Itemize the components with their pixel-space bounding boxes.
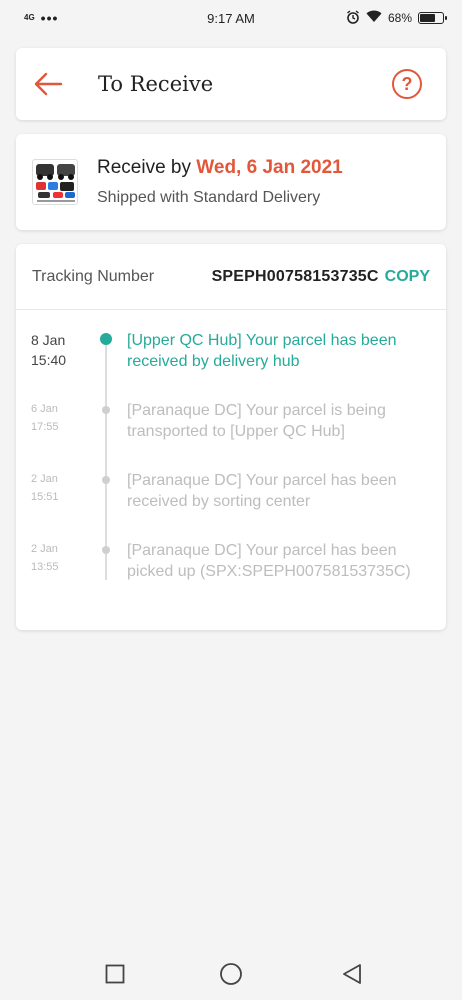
event-date: 2 Jan — [31, 473, 58, 485]
battery-icon — [418, 12, 447, 24]
event-description: [Paranaque DC] Your parcel has been pick… — [127, 542, 411, 580]
timeline-event: 6 Jan 17:55 [Paranaque DC] Your parcel is … — [16, 400, 446, 470]
event-date: 8 Jan — [31, 332, 66, 348]
timeline-events: 8 Jan 15:40 [Upper QC Hub] Your parcel has… — [16, 330, 446, 610]
shipping-method: Shipped with Standard Delivery — [97, 189, 321, 206]
event-time: 17:55 — [31, 421, 59, 433]
timeline-event: 8 Jan 15:40 [Upper QC Hub] Your parcel has… — [16, 330, 446, 400]
event-timestamp: 6 Jan 17:55 — [16, 400, 82, 470]
event-time: 15:51 — [31, 491, 59, 503]
event-timestamp: 2 Jan 13:55 — [16, 540, 82, 610]
battery-level — [420, 14, 435, 22]
recent-apps-button[interactable] — [103, 962, 127, 986]
status-bar: 4G ••• 9:17 AM 68% — [0, 0, 462, 36]
tracking-number-label: Tracking Number — [32, 267, 155, 285]
system-nav-bar — [0, 944, 462, 1000]
square-icon — [105, 964, 125, 984]
back-button[interactable] — [32, 68, 64, 100]
event-date: 6 Jan — [31, 403, 58, 415]
timeline-dot-icon — [102, 476, 110, 484]
more-icon: ••• — [40, 10, 59, 26]
tracking-timeline: 8 Jan 15:40 [Upper QC Hub] Your parcel has… — [16, 310, 446, 610]
receive-by-label: Receive by — [97, 157, 197, 178]
copy-button[interactable]: COPY — [385, 268, 430, 286]
receive-by-date: Wed, 6 Jan 2021 — [196, 157, 343, 178]
tracking-number-value: SPEPH00758153735C — [211, 267, 379, 285]
page-title: To Receive — [98, 72, 214, 96]
timeline-event: 2 Jan 15:51 [Paranaque DC] Your parcel has… — [16, 470, 446, 540]
event-time: 13:55 — [31, 561, 59, 573]
product-image-icon — [36, 164, 75, 202]
event-date: 2 Jan — [31, 543, 58, 555]
timeline-dot-icon — [100, 333, 112, 345]
home-button[interactable] — [219, 962, 243, 986]
status-left: 4G ••• — [24, 10, 58, 26]
back-nav-button[interactable] — [340, 962, 364, 986]
event-description: [Upper QC Hub] Your parcel has been rece… — [127, 332, 397, 370]
timeline-dot-icon — [102, 546, 110, 554]
event-timestamp: 8 Jan 15:40 — [16, 330, 82, 400]
timeline-dot-icon — [102, 406, 110, 414]
event-time: 15:40 — [31, 352, 67, 368]
product-thumbnail[interactable] — [32, 159, 78, 205]
alarm-icon — [346, 9, 360, 27]
event-description: [Paranaque DC] Your parcel has been rece… — [127, 472, 397, 510]
arrow-left-icon — [34, 72, 63, 96]
battery-percent: 68% — [387, 11, 412, 25]
receive-by-line: Receive by Wed, 6 Jan 2021 — [97, 157, 343, 179]
network-indicator: 4G — [24, 13, 35, 22]
delivery-summary-card: Receive by Wed, 6 Jan 2021 Shipped with … — [16, 134, 446, 230]
circle-icon — [220, 963, 242, 985]
question-circle-icon: ? — [401, 73, 413, 94]
status-right: 68% — [346, 9, 447, 27]
event-timestamp: 2 Jan 15:51 — [16, 470, 82, 540]
delivery-info: Receive by Wed, 6 Jan 2021 Shipped with … — [97, 157, 343, 207]
timeline-event: 2 Jan 13:55 [Paranaque DC] Your parcel has… — [16, 540, 446, 610]
triangle-back-icon — [343, 964, 361, 984]
tracking-card: Tracking Number SPEPH00758153735C COPY 8… — [16, 244, 446, 630]
event-description: [Paranaque DC] Your parcel is being tran… — [127, 402, 386, 440]
wifi-icon — [366, 10, 382, 26]
page-header: To Receive ? — [16, 48, 446, 120]
tracking-number-row: Tracking Number SPEPH00758153735C COPY — [16, 244, 446, 310]
help-button[interactable]: ? — [392, 69, 422, 99]
